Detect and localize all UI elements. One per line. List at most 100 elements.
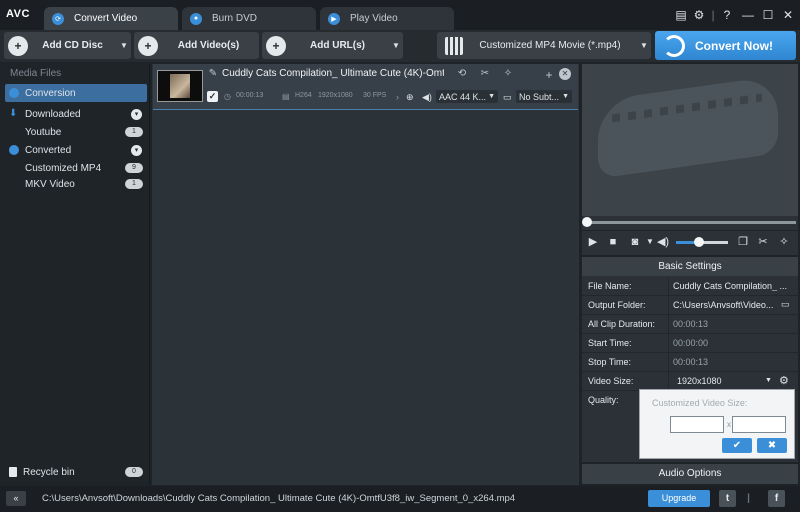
convert-now-button[interactable]: Convert Now! bbox=[655, 31, 796, 60]
folder-icon[interactable]: ▭ bbox=[781, 299, 790, 310]
upgrade-label: Upgrade bbox=[661, 493, 697, 503]
setting-value: 00:00:13 bbox=[673, 319, 709, 329]
snapshot-icon[interactable]: ◙ bbox=[628, 235, 642, 249]
volume-icon[interactable]: ◀) bbox=[656, 235, 670, 249]
setting-value[interactable]: C:\Users\Anvsoft\Video... bbox=[673, 300, 777, 310]
tab-play-video[interactable]: ▶ Play Video bbox=[320, 7, 454, 30]
setting-output-folder[interactable]: Output Folder: C:\Users\Anvsoft\Video...… bbox=[582, 296, 798, 315]
twitter-icon[interactable]: t bbox=[719, 490, 736, 507]
collapse-sidebar-button[interactable]: « bbox=[6, 491, 26, 506]
width-input[interactable] bbox=[670, 416, 724, 433]
setting-key: Start Time: bbox=[588, 338, 632, 348]
minimize-icon[interactable]: — bbox=[741, 8, 755, 22]
setting-stop-time[interactable]: Stop Time: 00:00:13 bbox=[582, 353, 798, 372]
file-name: Cuddly Cats Compilation_ Ultimate Cute (… bbox=[222, 68, 444, 79]
maximize-icon[interactable]: ☐ bbox=[761, 8, 775, 22]
file-codec: H264 bbox=[295, 92, 312, 99]
sidebar-item-label: Converted bbox=[25, 144, 72, 156]
setting-value[interactable]: 1920x1080 bbox=[677, 376, 767, 386]
sidebar-item-label: Customized MP4 bbox=[25, 162, 102, 174]
seek-bar[interactable] bbox=[586, 221, 796, 224]
conversion-icon bbox=[9, 88, 19, 98]
count-badge: 0 bbox=[125, 467, 143, 477]
file-path: C:\Users\Anvsoft\Downloads\Cuddly Cats C… bbox=[42, 493, 516, 504]
subtitle-select[interactable]: No Subt... ▼ bbox=[516, 90, 572, 103]
add-cd-disc-button[interactable]: + Add CD Disc ▼ bbox=[4, 32, 131, 59]
chevron-down-icon[interactable]: ▼ bbox=[389, 41, 403, 50]
height-input[interactable] bbox=[732, 416, 786, 433]
confirm-button[interactable]: ✔ bbox=[722, 438, 752, 453]
divider: | bbox=[740, 490, 757, 507]
audio-options-button[interactable]: Audio Options bbox=[582, 464, 798, 484]
setting-key: Quality: bbox=[588, 395, 619, 405]
sidebar-item-conversion[interactable]: Conversion bbox=[5, 84, 147, 102]
rotate-icon[interactable]: ⟲ bbox=[456, 68, 468, 80]
film-add-icon: + bbox=[138, 35, 158, 56]
setting-key: File Name: bbox=[588, 281, 632, 291]
chevron-down-icon[interactable]: ▼ bbox=[643, 235, 657, 249]
sidebar-item-youtube[interactable]: Youtube 1 bbox=[5, 123, 147, 141]
edit-pencil-icon[interactable]: ✎ bbox=[207, 68, 219, 80]
tab-convert-video[interactable]: ⟳ Convert Video bbox=[44, 7, 178, 30]
setting-key: Output Folder: bbox=[588, 300, 646, 310]
output-profile-select[interactable]: Customized MP4 Movie (*.mp4) ▼ bbox=[437, 32, 651, 59]
setting-file-name[interactable]: File Name: Cuddly Cats Compilation_ ... bbox=[582, 277, 798, 296]
sidebar-item-recycle-bin[interactable]: Recycle bin 0 bbox=[5, 463, 147, 481]
effects-icon[interactable]: ✧ bbox=[777, 235, 791, 249]
settings-gear-icon[interactable]: ⚙ bbox=[692, 8, 706, 22]
video-thumbnail[interactable] bbox=[157, 70, 203, 102]
chevron-down-icon[interactable]: ▼ bbox=[117, 41, 131, 50]
chevron-down-icon: ▼ bbox=[488, 93, 495, 100]
cut-icon[interactable]: ✂ bbox=[479, 68, 491, 80]
sidebar-item-downloaded[interactable]: ⬇ Downloaded ▾ bbox=[5, 105, 147, 123]
globe-add-icon: + bbox=[266, 35, 286, 56]
chevron-down-icon: ▼ bbox=[562, 93, 569, 100]
add-videos-button[interactable]: + Add Video(s) bbox=[134, 32, 259, 59]
stop-icon[interactable]: ■ bbox=[606, 235, 620, 249]
help-icon[interactable]: ? bbox=[720, 8, 734, 22]
effects-icon[interactable]: ✧ bbox=[502, 68, 514, 80]
gear-icon[interactable]: ⚙ bbox=[779, 374, 789, 387]
cut-icon[interactable]: ✂ bbox=[756, 235, 770, 249]
file-checkbox[interactable]: ✓ bbox=[207, 91, 218, 102]
audio-track-icon[interactable]: ⊕ bbox=[406, 92, 414, 103]
clock-icon: ◷ bbox=[224, 92, 231, 101]
basic-settings-heading: Basic Settings bbox=[582, 257, 798, 276]
divider: | bbox=[711, 8, 715, 22]
setting-value[interactable]: Cuddly Cats Compilation_ ... bbox=[673, 281, 793, 291]
file-resolution: 1920x1080 bbox=[318, 92, 353, 99]
cd-add-icon: + bbox=[8, 35, 28, 56]
remove-icon[interactable]: ✕ bbox=[559, 68, 571, 80]
file-duration: 00:00:13 bbox=[236, 92, 264, 99]
sidebar-item-converted[interactable]: Converted ▾ bbox=[5, 141, 147, 159]
collapse-icon[interactable]: ▾ bbox=[131, 108, 142, 120]
cancel-button[interactable]: ✖ bbox=[757, 438, 787, 453]
play-icon[interactable]: ▶ bbox=[586, 235, 600, 249]
sidebar-item-mkv-video[interactable]: MKV Video 1 bbox=[5, 175, 147, 193]
collapse-icon[interactable]: ▾ bbox=[131, 144, 142, 156]
sidebar-heading: Media Files bbox=[10, 68, 62, 79]
copy-icon[interactable]: ❐ bbox=[736, 235, 750, 249]
seek-handle[interactable] bbox=[582, 217, 592, 227]
sidebar-item-label: Youtube bbox=[25, 126, 62, 138]
chevron-down-icon[interactable]: ▼ bbox=[765, 377, 772, 384]
chevron-down-icon[interactable]: ▼ bbox=[637, 41, 651, 50]
trash-icon bbox=[9, 467, 17, 477]
upgrade-button[interactable]: Upgrade bbox=[648, 490, 710, 507]
setting-value[interactable]: 00:00:13 bbox=[673, 357, 793, 367]
facebook-icon[interactable]: f bbox=[768, 490, 785, 507]
menu-icon[interactable]: ▤ bbox=[674, 8, 688, 22]
arrow-icon: › bbox=[396, 92, 399, 102]
audio-track-select[interactable]: AAC 44 K... ▼ bbox=[436, 90, 498, 103]
app-logo: AVC bbox=[6, 8, 30, 20]
add-icon[interactable]: + bbox=[543, 68, 555, 82]
setting-all-clip-duration: All Clip Duration: 00:00:13 bbox=[582, 315, 798, 334]
close-icon[interactable]: ✕ bbox=[781, 8, 795, 22]
add-urls-button[interactable]: + Add URL(s) ▼ bbox=[262, 32, 403, 59]
setting-start-time[interactable]: Start Time: 00:00:00 bbox=[582, 334, 798, 353]
count-badge: 1 bbox=[125, 127, 143, 137]
popup-title: Customized Video Size: bbox=[652, 398, 748, 408]
setting-value[interactable]: 00:00:00 bbox=[673, 338, 793, 348]
count-badge: 9 bbox=[125, 163, 143, 173]
tab-burn-dvd[interactable]: ● Burn DVD bbox=[182, 7, 316, 30]
